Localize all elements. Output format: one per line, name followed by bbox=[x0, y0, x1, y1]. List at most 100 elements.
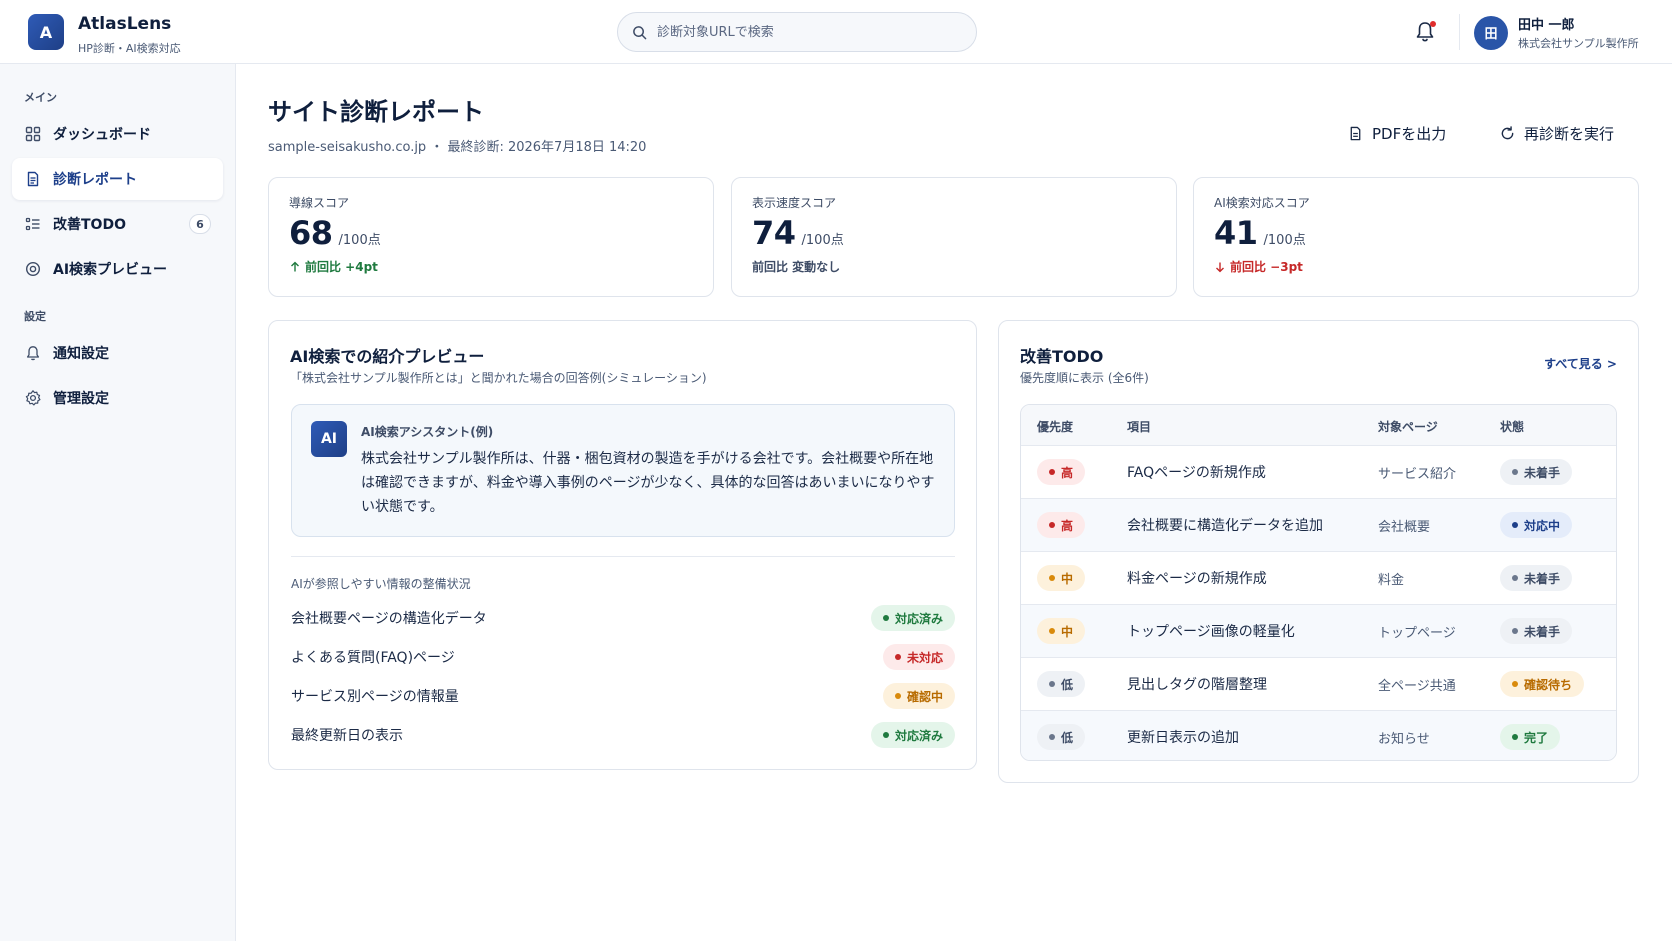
score-card-navigation: 導線スコア 68 /100点 前回比 +4pt bbox=[268, 177, 714, 297]
sidebar: メイン ダッシュボード 診断レポート 改善TODO 6 AI検索プレビュー 設定… bbox=[0, 64, 236, 941]
notification-bell[interactable] bbox=[1414, 20, 1436, 44]
see-all-link[interactable]: すべて見る > bbox=[1544, 355, 1617, 372]
user-menu[interactable]: 田 田中 一郎 株式会社サンプル製作所 bbox=[1474, 14, 1639, 51]
score-label: AI検索対応スコア bbox=[1214, 196, 1310, 210]
ai-answer-text: 株式会社サンプル製作所は、什器・梱包資材の製造を手がける会社です。会社概要や所在… bbox=[361, 451, 935, 515]
sidebar-item-todo[interactable]: 改善TODO 6 bbox=[12, 203, 223, 245]
score-label: 導線スコア bbox=[289, 196, 350, 210]
search-bar[interactable] bbox=[617, 12, 977, 52]
column-header[interactable]: 対象ページ bbox=[1378, 418, 1438, 435]
priority-text: 中 bbox=[1061, 571, 1074, 586]
status-badge: 完了 bbox=[1500, 724, 1561, 750]
priority-badge: 低 bbox=[1037, 671, 1086, 697]
sidebar-item-ai-preview[interactable]: AI検索プレビュー bbox=[12, 248, 223, 290]
status-text: 未着手 bbox=[1524, 465, 1561, 480]
priority-text: 中 bbox=[1061, 624, 1074, 639]
table-row[interactable]: 中 料金ページの新規作成 料金 未着手 bbox=[1021, 552, 1616, 605]
table-row[interactable]: 高 FAQページの新規作成 サービス紹介 未着手 bbox=[1021, 446, 1616, 499]
user-name: 田中 一郎 bbox=[1518, 18, 1575, 33]
target-page: サービス紹介 bbox=[1378, 466, 1457, 482]
table-row[interactable]: 低 更新日表示の追加 お知らせ 完了 bbox=[1021, 711, 1616, 760]
todo-count-badge: 6 bbox=[189, 214, 211, 234]
checklist-label: 会社概要ページの構造化データ bbox=[291, 611, 487, 627]
brand[interactable]: A AtlasLens HP診断・AI検索対応 bbox=[28, 14, 181, 56]
checklist-item: 会社概要ページの構造化データ 対応済み bbox=[291, 604, 955, 632]
score-card-speed: 表示速度スコア 74 /100点 前回比 変動なし bbox=[731, 177, 1177, 297]
arrow-up-icon bbox=[291, 261, 299, 271]
checklist-label: 最終更新日の表示 bbox=[291, 728, 403, 744]
list-icon bbox=[25, 217, 40, 231]
status-text: 対応中 bbox=[1524, 518, 1561, 533]
sidebar-item-dashboard[interactable]: ダッシュボード bbox=[12, 113, 223, 155]
sidebar-item-notification-settings[interactable]: 通知設定 bbox=[12, 332, 223, 374]
status-badge: 確認中 bbox=[882, 683, 955, 709]
refresh-icon bbox=[1501, 125, 1514, 139]
sidebar-item-label: ダッシュボード bbox=[53, 127, 151, 143]
document-icon bbox=[27, 171, 39, 187]
todo-item: 会社概要に構造化データを追加 bbox=[1127, 518, 1323, 534]
brand-subtitle: HP診断・AI検索対応 bbox=[78, 42, 181, 55]
target-page: 料金 bbox=[1378, 572, 1405, 588]
column-header[interactable]: 項目 bbox=[1127, 418, 1151, 435]
status-badge: 対応済み bbox=[870, 722, 955, 748]
top-header: A AtlasLens HP診断・AI検索対応 田 田中 一郎 株式会社サンプル… bbox=[0, 0, 1672, 64]
brand-name: AtlasLens bbox=[78, 14, 172, 34]
status-text: 対応済み bbox=[894, 728, 943, 743]
checklist-item: よくある質問(FAQ)ページ 未対応 bbox=[291, 643, 955, 671]
checklist-item: サービス別ページの情報量 確認中 bbox=[291, 682, 955, 710]
panel-title: 改善TODO bbox=[1020, 347, 1104, 366]
ai-answer-box: AI AI検索アシスタント(例) 株式会社サンプル製作所は、什器・梱包資材の製造… bbox=[291, 404, 955, 537]
sidebar-item-label: 診断レポート bbox=[53, 172, 137, 188]
table-row[interactable]: 中 トップページ画像の軽量化 トップページ 未着手 bbox=[1021, 605, 1616, 658]
status-text: 未着手 bbox=[1524, 624, 1561, 639]
sidebar-item-admin-settings[interactable]: 管理設定 bbox=[12, 377, 223, 419]
todo-item: 見出しタグの階層整理 bbox=[1127, 677, 1267, 693]
score-diff-text: 前回比 変動なし bbox=[752, 260, 841, 274]
target-page: 会社概要 bbox=[1378, 519, 1431, 535]
search-input[interactable] bbox=[657, 24, 957, 40]
search-icon bbox=[633, 25, 647, 39]
sidebar-item-label: 改善TODO bbox=[53, 217, 126, 233]
status-text: 確認待ち bbox=[1524, 677, 1573, 692]
todo-item: 料金ページの新規作成 bbox=[1127, 571, 1267, 587]
priority-badge: 高 bbox=[1037, 459, 1086, 485]
grid-icon bbox=[25, 126, 41, 142]
panel-subtitle: 「株式会社サンプル製作所とは」と聞かれた場合の回答例(シミュレーション) bbox=[290, 371, 707, 385]
status-text: 未着手 bbox=[1524, 571, 1561, 586]
priority-badge: 中 bbox=[1037, 565, 1086, 591]
score-diff-text: 前回比 −3pt bbox=[1230, 260, 1303, 274]
score-diff: 前回比 変動なし bbox=[752, 258, 840, 275]
priority-text: 高 bbox=[1061, 518, 1074, 533]
todo-item: FAQページの新規作成 bbox=[1127, 465, 1266, 481]
checklist-item: 最終更新日の表示 対応済み bbox=[291, 721, 955, 749]
sidebar-item-label: 管理設定 bbox=[53, 391, 109, 407]
column-header[interactable]: 優先度 bbox=[1037, 418, 1073, 435]
export-pdf-button[interactable]: PDFを出力 bbox=[1348, 118, 1446, 148]
checklist-label: よくある質問(FAQ)ページ bbox=[291, 650, 455, 666]
score-value: 74 bbox=[752, 214, 796, 252]
ai-preview-panel: AI検索での紹介プレビュー 「株式会社サンプル製作所とは」と聞かれた場合の回答例… bbox=[268, 320, 977, 770]
column-header[interactable]: 状態 bbox=[1500, 418, 1524, 435]
score-unit: /100点 bbox=[338, 233, 381, 248]
page-meta: sample-seisakusho.co.jp ・ 最終診断: 2026年7月1… bbox=[268, 140, 647, 155]
status-badge: 対応済み bbox=[870, 605, 955, 631]
priority-badge: 低 bbox=[1037, 724, 1086, 750]
sidebar-section-main: メイン bbox=[24, 91, 57, 104]
status-badge: 確認待ち bbox=[1500, 671, 1585, 697]
gear-icon bbox=[25, 390, 41, 406]
status-text: 対応済み bbox=[894, 611, 943, 626]
sidebar-item-report[interactable]: 診断レポート bbox=[12, 158, 223, 200]
checklist-title: AIが参照しやすい情報の整備状況 bbox=[291, 577, 471, 591]
priority-text: 低 bbox=[1061, 730, 1074, 745]
panel-subtitle: 優先度順に表示 (全6件) bbox=[1020, 371, 1149, 385]
todo-item: トップページ画像の軽量化 bbox=[1127, 624, 1295, 640]
table-row[interactable]: 高 会社概要に構造化データを追加 会社概要 対応中 bbox=[1021, 499, 1616, 552]
document-icon bbox=[1350, 126, 1361, 140]
priority-badge: 高 bbox=[1037, 512, 1086, 538]
table-row[interactable]: 低 見出しタグの階層整理 全ページ共通 確認待ち bbox=[1021, 658, 1616, 711]
target-page: トップページ bbox=[1378, 625, 1456, 641]
rediagnose-button[interactable]: 再診断を実行 bbox=[1500, 118, 1614, 148]
score-diff: 前回比 +4pt bbox=[289, 258, 378, 275]
score-unit: /100点 bbox=[1263, 233, 1306, 248]
score-card-ai-search: AI検索対応スコア 41 /100点 前回比 −3pt bbox=[1193, 177, 1639, 297]
